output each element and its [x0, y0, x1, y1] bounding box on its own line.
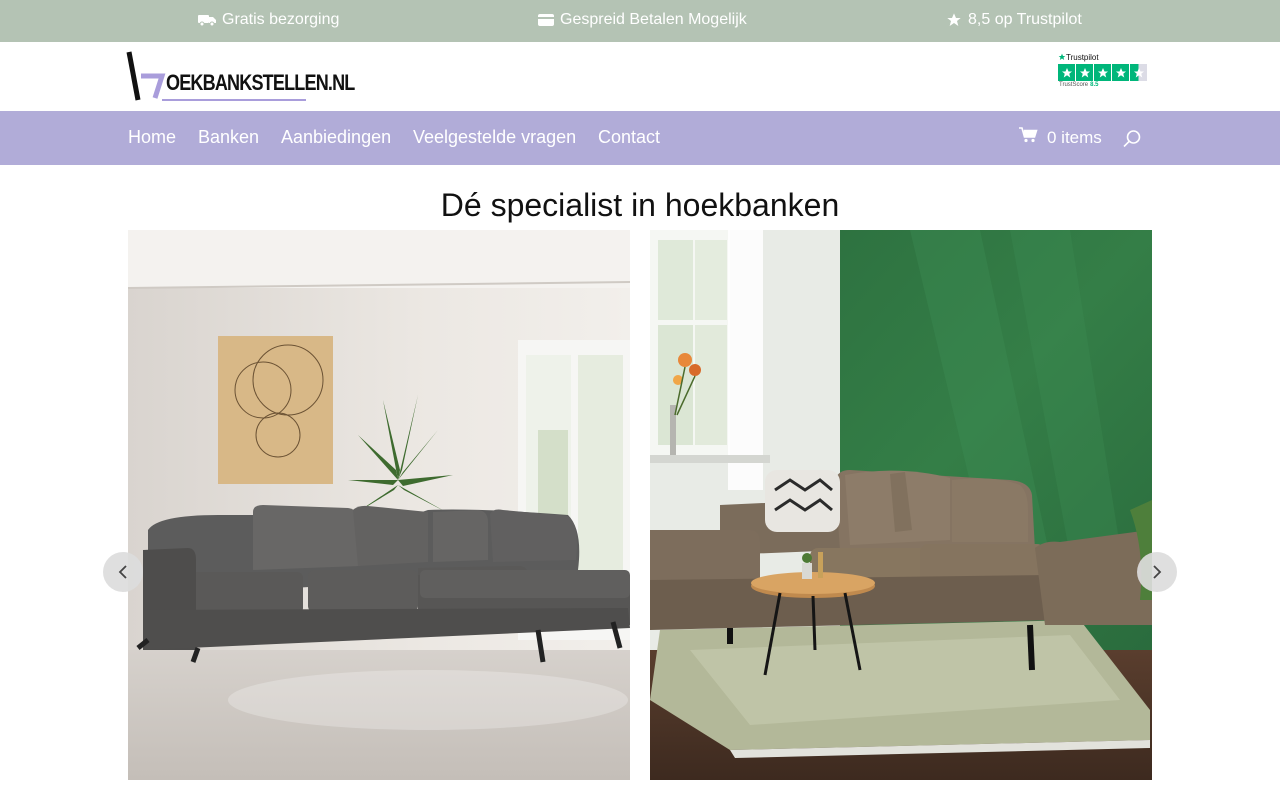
trustpilot-star-icon [1058, 53, 1066, 60]
shopping-cart-icon [1019, 127, 1038, 148]
trustpilot-score-label: TrustScore [1059, 82, 1089, 88]
nav-item-banken[interactable]: Banken [198, 127, 259, 148]
truck-icon [198, 14, 216, 26]
half-star-icon [1130, 64, 1147, 81]
usp-installments: Gespreid Betalen Mogelijk [538, 11, 747, 29]
star-icon [1094, 64, 1111, 81]
nav-item-aanbiedingen[interactable]: Aanbiedingen [281, 127, 391, 148]
carousel-slide-image-2[interactable] [650, 230, 1152, 780]
taupe-corner-sofa-image [650, 230, 1152, 780]
usp-bar: Gratis bezorging Gespreid Betalen Mogeli… [0, 0, 1280, 42]
usp-free-delivery: Gratis bezorging [198, 11, 339, 29]
star-icon [1076, 64, 1093, 81]
cart-button[interactable]: 0 items [1019, 127, 1102, 148]
trustpilot-widget[interactable]: Trustpilot TrustScore 8.5 [1058, 52, 1148, 92]
logo-text: OEKBANKSTELLEN.NL [166, 70, 355, 95]
cart-count-label: 0 items [1047, 127, 1102, 147]
grey-corner-sofa-image [128, 230, 630, 780]
carousel-prev-button[interactable] [103, 552, 143, 592]
chevron-right-icon [1153, 565, 1162, 579]
trustpilot-name: Trustpilot [1066, 53, 1099, 62]
star-icon [1058, 64, 1075, 81]
site-logo[interactable]: OEKBANKSTELLEN.NL [126, 50, 355, 104]
search-button[interactable] [1122, 129, 1142, 149]
chevron-left-icon [118, 565, 127, 579]
search-icon [1123, 130, 1141, 148]
credit-card-icon [538, 14, 554, 26]
site-header: OEKBANKSTELLEN.NL Trustpilot TrustScore 8… [0, 42, 1280, 111]
star-icon [1112, 64, 1129, 81]
nav-item-veelgestelde-vragen[interactable]: Veelgestelde vragen [413, 127, 576, 148]
usp-trustpilot-rating: 8,5 op Trustpilot [946, 11, 1082, 29]
trustpilot-score: TrustScore 8.5 [1059, 82, 1098, 88]
usp-free-delivery-label: Gratis bezorging [222, 11, 340, 28]
trustpilot-score-value: 8.5 [1090, 82, 1099, 88]
nav-item-contact[interactable]: Contact [598, 127, 660, 148]
usp-trustpilot-label: 8,5 op Trustpilot [968, 11, 1082, 28]
nav-item-home[interactable]: Home [128, 127, 176, 148]
trustpilot-stars [1058, 64, 1147, 81]
main-navigation: Home Banken Aanbiedingen Veelgestelde vr… [0, 111, 1280, 165]
carousel-next-button[interactable] [1137, 552, 1177, 592]
carousel-slide-image-1[interactable] [128, 230, 630, 780]
usp-installments-label: Gespreid Betalen Mogelijk [560, 11, 747, 28]
star-icon [946, 12, 962, 28]
page-title: Dé specialist in hoekbanken [440, 187, 840, 223]
